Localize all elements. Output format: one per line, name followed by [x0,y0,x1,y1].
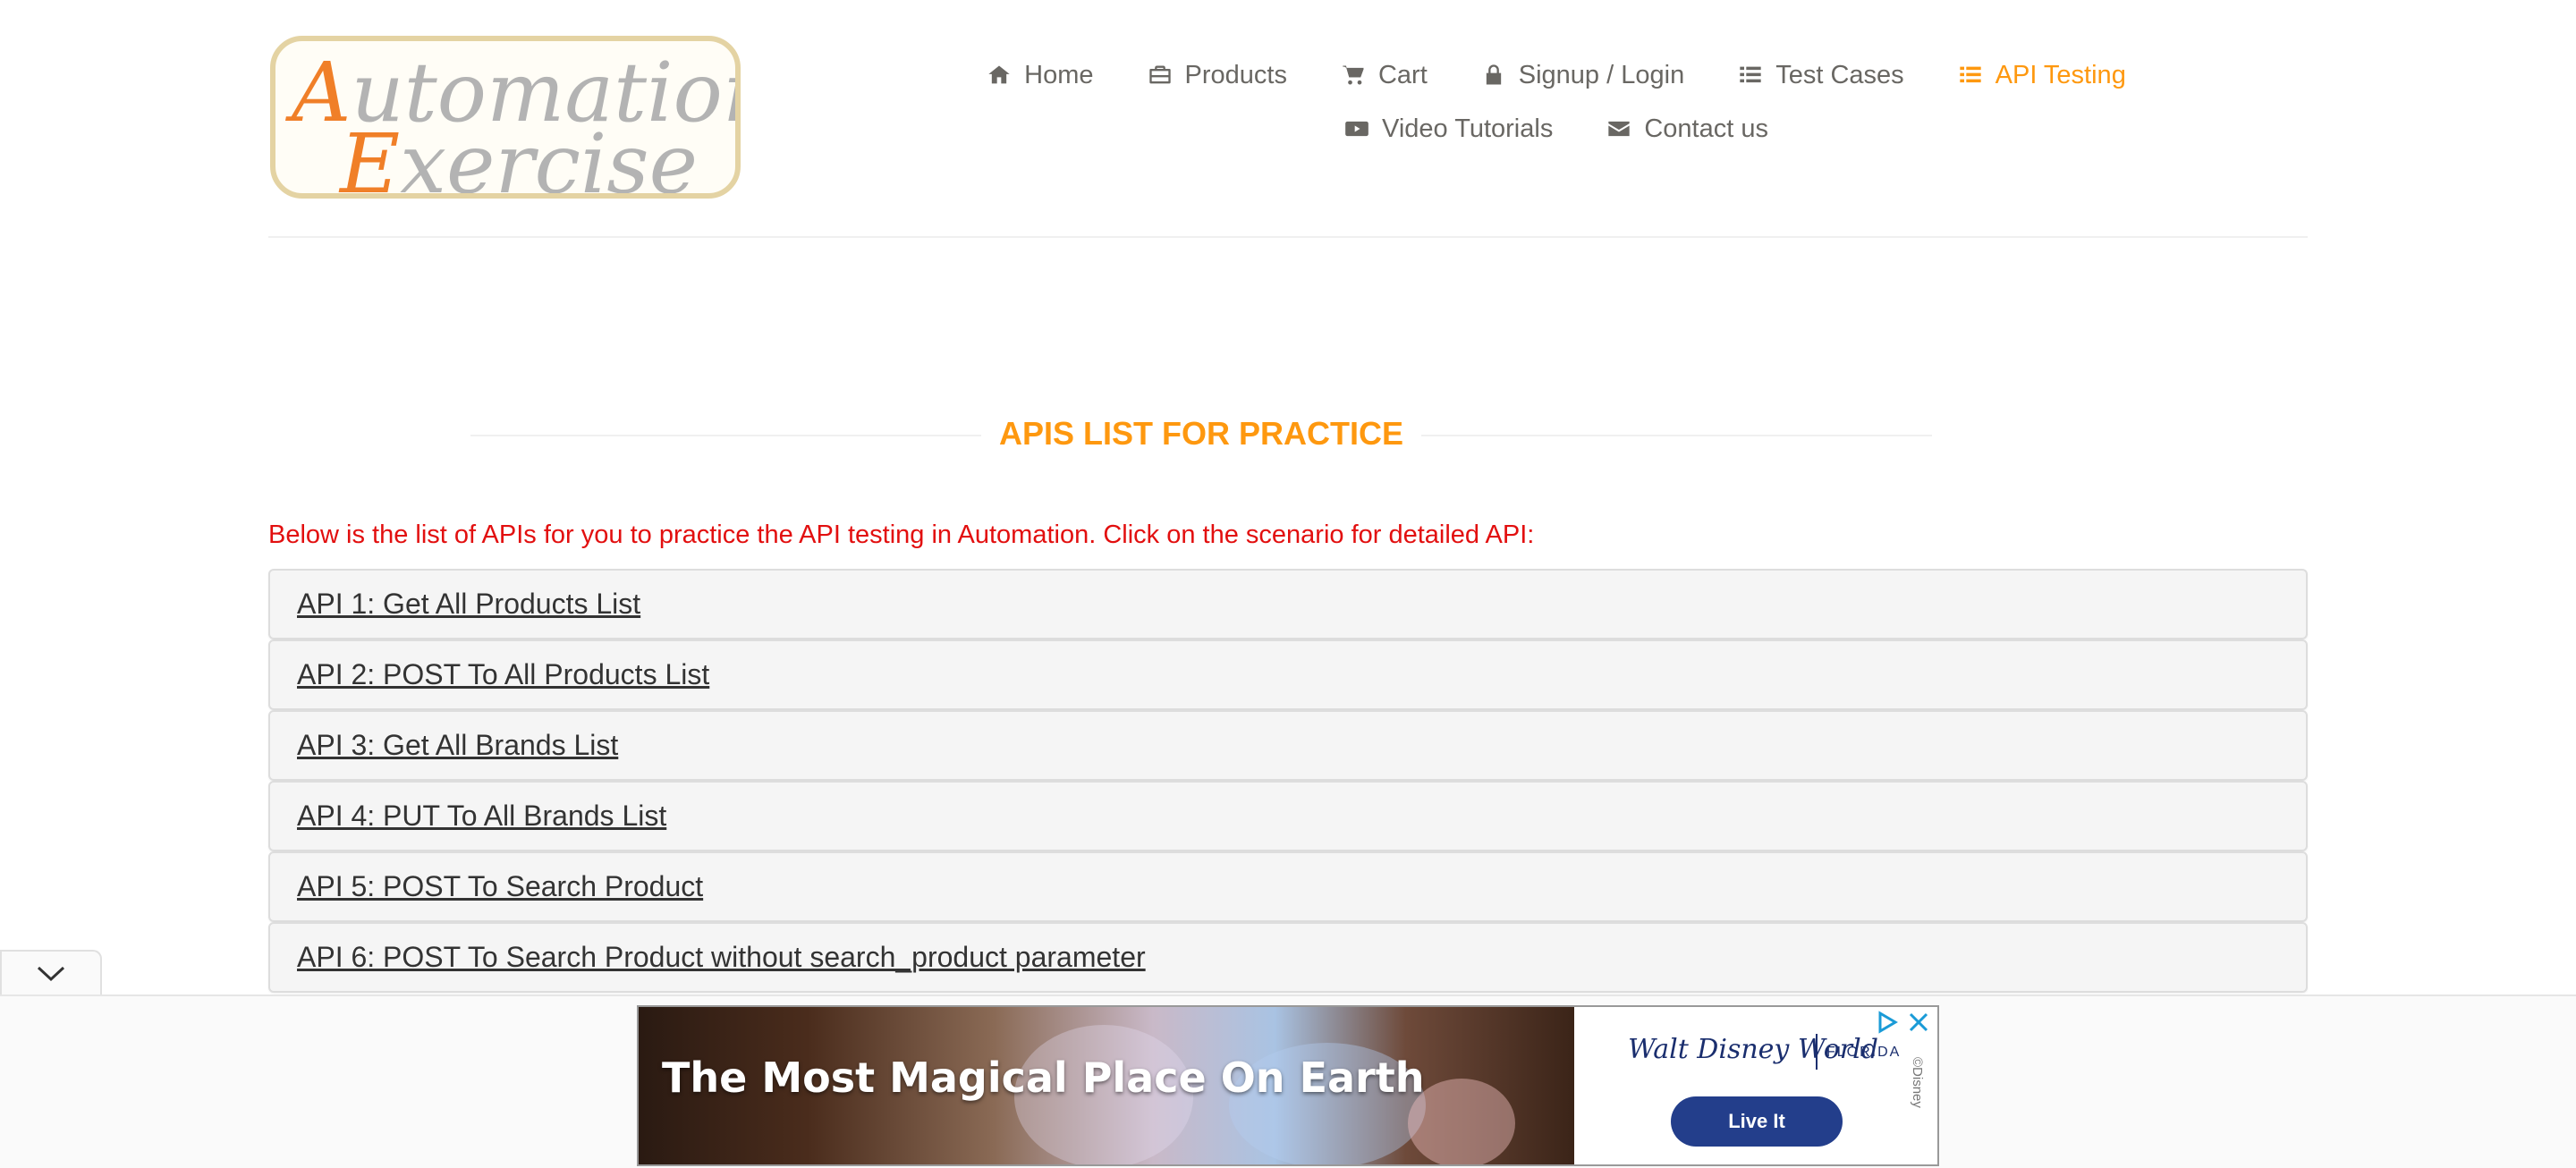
logo-cap-e: E [340,116,401,199]
home-icon [988,65,1010,84]
ad-cta-button[interactable]: Live It [1671,1096,1843,1147]
api-item-4: API 4: PUT To All Brands List [268,781,2308,851]
nav-api-testing[interactable]: API Testing [1958,61,2126,90]
api-item-5: API 5: POST To Search Product [268,851,2308,922]
api-item-3: API 3: Get All Brands List [268,710,2308,781]
nav-row-primary: Home Products Cart Signup / Login Test C… [975,48,2138,102]
ad-banner[interactable]: The Most Magical Place On Earth Walt Dis… [637,1005,1939,1166]
nav-products[interactable]: Products [1148,61,1287,90]
nav-contact-us[interactable]: Contact us [1606,114,1768,144]
api-item-6: API 6: POST To Search Product without se… [268,922,2308,993]
envelope-icon [1608,121,1630,137]
api-item-2: API 2: POST To All Products List [268,639,2308,710]
main-nav: Home Products Cart Signup / Login Test C… [975,48,2138,156]
api-link-6[interactable]: API 6: POST To Search Product without se… [297,941,1146,974]
list-icon [1740,66,1761,83]
nav-home[interactable]: Home [987,61,1094,90]
intro-text: Below is the list of APIs for you to pra… [268,521,1535,549]
api-link-5[interactable]: API 5: POST To Search Product [297,870,703,903]
chevron-down-icon [37,966,65,982]
ad-headline: The Most Magical Place On Earth [662,1054,1425,1102]
cart-icon [1343,65,1364,85]
youtube-icon [1345,121,1368,137]
adchoices-icon[interactable] [1875,1011,1898,1034]
api-link-3[interactable]: API 3: Get All Brands List [297,729,618,762]
nav-test-cases[interactable]: Test Cases [1738,61,1904,90]
api-list: API 1: Get All Products List API 2: POST… [268,569,2308,993]
api-item-1: API 1: Get All Products List [268,569,2308,639]
ad-collapse-toggle[interactable] [0,950,102,996]
ad-brand-separator [1816,1034,1818,1070]
api-link-1[interactable]: API 1: Get All Products List [297,588,640,621]
close-icon[interactable] [1907,1011,1930,1034]
section-title: APIS LIST FOR PRACTICE [470,415,1932,454]
page-title: APIS LIST FOR PRACTICE [980,415,1422,452]
api-link-4[interactable]: API 4: PUT To All Brands List [297,800,666,833]
nav-signup-login[interactable]: Signup / Login [1481,61,1684,90]
api-link-2[interactable]: API 2: POST To All Products List [297,658,709,691]
ad-photo: The Most Magical Place On Earth [639,1007,1574,1164]
lock-icon [1486,64,1501,85]
header-divider [268,236,2308,238]
logo-text-exercise: xercise [400,116,699,199]
briefcase-icon [1148,65,1171,84]
nav-row-secondary: Video Tutorials Contact us [975,102,2138,156]
list-icon [1959,66,1981,83]
ad-region: FLORIDA [1826,1045,1902,1060]
ad-copyright: ©Disney [1910,1057,1925,1108]
site-logo[interactable]: Automation Exercise [270,36,741,199]
nav-cart[interactable]: Cart [1341,61,1428,90]
nav-video-tutorials[interactable]: Video Tutorials [1344,114,1553,144]
